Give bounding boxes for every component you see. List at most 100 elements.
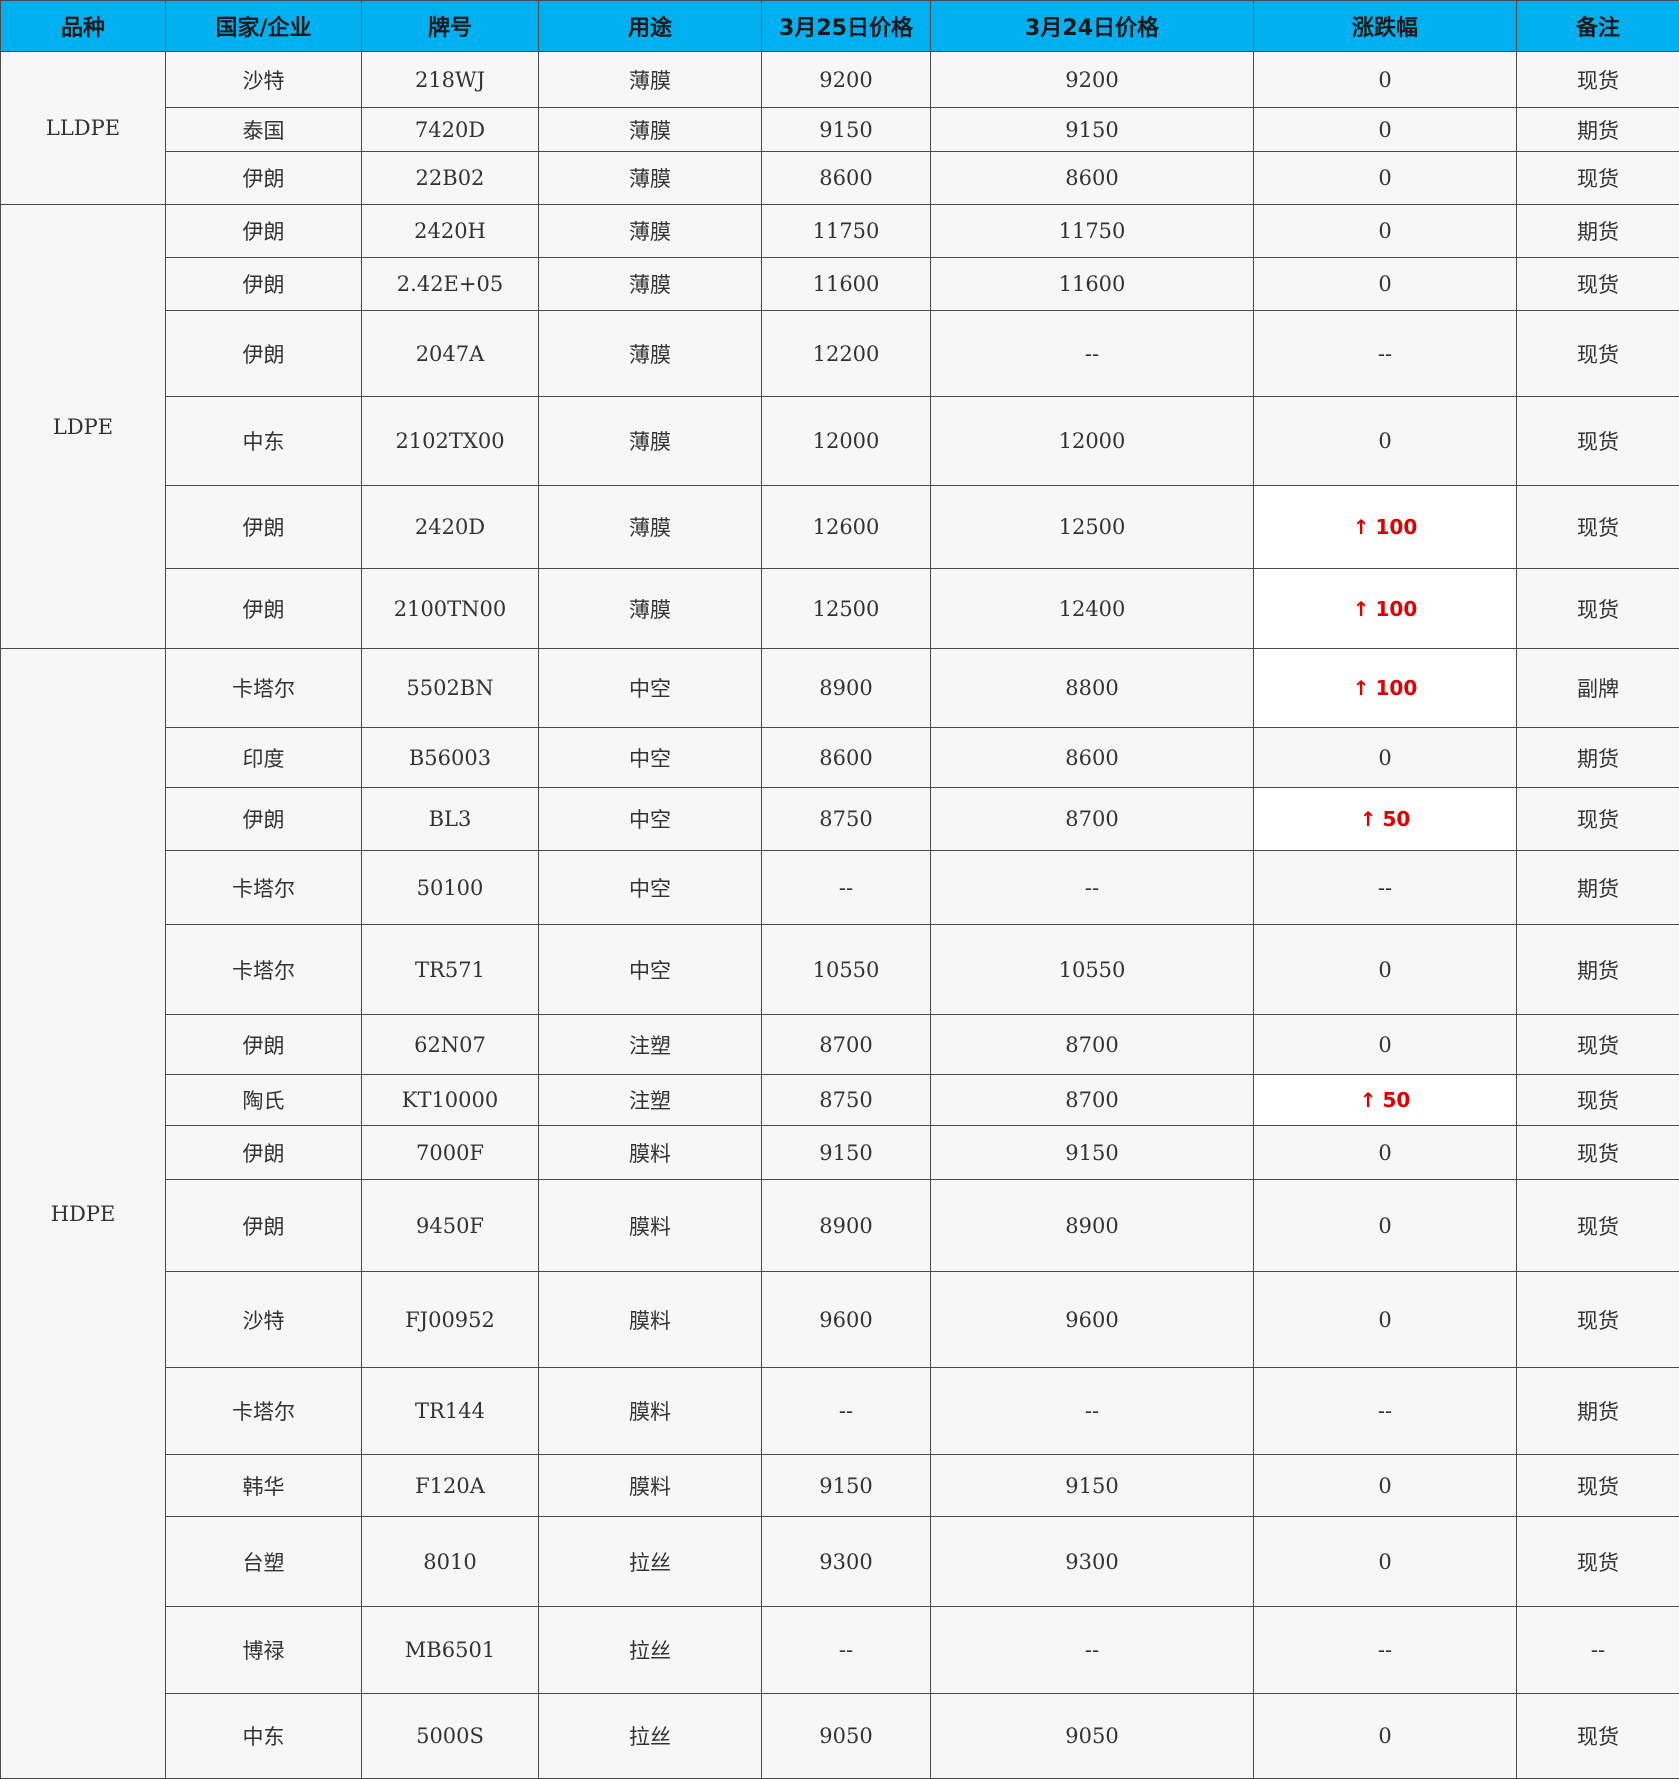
header-price-0324: 3月24日价格 xyxy=(930,0,1254,52)
price-0325-cell: 8600 xyxy=(761,151,931,205)
change-cell: 0 xyxy=(1253,257,1517,311)
note-cell: 期货 xyxy=(1516,727,1679,788)
header-usage: 用途 xyxy=(538,0,762,52)
table-row: 伊朗 2420D 薄膜 12600 12500 ↑ 100 现货 xyxy=(1,485,1679,569)
note-cell: 现货 xyxy=(1516,1014,1679,1075)
table-row: 伊朗 2.42E+05 薄膜 11600 11600 0 现货 xyxy=(1,257,1679,311)
usage-cell: 膜料 xyxy=(538,1454,762,1517)
header-change: 涨跌幅 xyxy=(1253,0,1517,52)
note-cell: 现货 xyxy=(1516,257,1679,311)
note-cell: 现货 xyxy=(1516,1125,1679,1180)
usage-cell: 中空 xyxy=(538,924,762,1015)
change-cell: 0 xyxy=(1253,51,1517,108)
price-0325-cell: 8750 xyxy=(761,1074,931,1126)
change-value: 50 xyxy=(1382,807,1411,831)
company-cell: 印度 xyxy=(165,727,362,788)
price-0324-cell: -- xyxy=(930,1367,1254,1455)
price-0324-cell: 10550 xyxy=(930,924,1254,1015)
price-0325-cell: 8700 xyxy=(761,1014,931,1075)
note-cell: 期货 xyxy=(1516,850,1679,925)
price-0324-cell: 12500 xyxy=(930,485,1254,569)
usage-cell: 薄膜 xyxy=(538,485,762,569)
usage-cell: 薄膜 xyxy=(538,396,762,486)
note-cell: 期货 xyxy=(1516,204,1679,258)
change-cell: -- xyxy=(1253,850,1517,925)
change-cell: 0 xyxy=(1253,727,1517,788)
grade-cell: 218WJ xyxy=(361,51,539,108)
grade-cell: MB6501 xyxy=(361,1606,539,1694)
grade-cell: 5502BN xyxy=(361,648,539,728)
price-table: 品种 国家/企业 牌号 用途 3月25日价格 3月24日价格 涨跌幅 备注 LLDPE 沙特 21… xyxy=(0,0,1679,1779)
price-0324-cell: 9200 xyxy=(930,51,1254,108)
header-note: 备注 xyxy=(1516,0,1679,52)
price-0325-cell: 9150 xyxy=(761,1454,931,1517)
note-cell: 现货 xyxy=(1516,787,1679,851)
arrow-up-icon: ↑ xyxy=(1359,1088,1377,1112)
price-0324-cell: 11600 xyxy=(930,257,1254,311)
usage-cell: 膜料 xyxy=(538,1179,762,1272)
note-cell: 现货 xyxy=(1516,396,1679,486)
table-row: 伊朗 BL3 中空 8750 8700 ↑ 50 现货 xyxy=(1,787,1679,851)
company-cell: 沙特 xyxy=(165,1271,362,1368)
price-0324-cell: 9150 xyxy=(930,1125,1254,1180)
table-row: 伊朗 22B02 薄膜 8600 8600 0 现货 xyxy=(1,151,1679,205)
header-price-0325: 3月25日价格 xyxy=(761,0,931,52)
usage-cell: 薄膜 xyxy=(538,257,762,311)
price-0325-cell: 10550 xyxy=(761,924,931,1015)
grade-cell: 2047A xyxy=(361,310,539,397)
note-cell: 现货 xyxy=(1516,485,1679,569)
price-0324-cell: 8900 xyxy=(930,1179,1254,1272)
arrow-up-icon: ↑ xyxy=(1352,676,1370,700)
price-0325-cell: 8900 xyxy=(761,1179,931,1272)
price-0324-cell: 9300 xyxy=(930,1516,1254,1607)
table-row: 伊朗 2047A 薄膜 12200 -- -- 现货 xyxy=(1,310,1679,397)
note-cell: 现货 xyxy=(1516,1271,1679,1368)
usage-cell: 中空 xyxy=(538,787,762,851)
price-0324-cell: 8700 xyxy=(930,1074,1254,1126)
grade-cell: 22B02 xyxy=(361,151,539,205)
company-cell: 台塑 xyxy=(165,1516,362,1607)
change-cell: 0 xyxy=(1253,1014,1517,1075)
usage-cell: 中空 xyxy=(538,850,762,925)
note-cell: 现货 xyxy=(1516,310,1679,397)
price-0324-cell: -- xyxy=(930,310,1254,397)
company-cell: 泰国 xyxy=(165,107,362,152)
company-cell: 伊朗 xyxy=(165,257,362,311)
table-row: LDPE 伊朗 2420H 薄膜 11750 11750 0 期货 xyxy=(0,204,1679,649)
change-cell: 0 xyxy=(1253,924,1517,1015)
table-row: 泰国 7420D 薄膜 9150 9150 0 期货 xyxy=(1,107,1679,152)
note-cell: -- xyxy=(1516,1606,1679,1694)
usage-cell: 拉丝 xyxy=(538,1693,762,1779)
arrow-up-icon: ↑ xyxy=(1359,807,1377,831)
company-cell: 伊朗 xyxy=(165,310,362,397)
table-row: 卡塔尔 50100 中空 -- -- -- 期货 xyxy=(1,850,1679,925)
usage-cell: 薄膜 xyxy=(538,310,762,397)
price-0324-cell: 8600 xyxy=(930,727,1254,788)
company-cell: 伊朗 xyxy=(165,204,362,258)
change-cell: -- xyxy=(1253,1367,1517,1455)
company-cell: 伊朗 xyxy=(165,1014,362,1075)
table-row: 中东 5000S 拉丝 9050 9050 0 现货 xyxy=(1,1693,1679,1779)
change-cell: 0 xyxy=(1253,204,1517,258)
company-cell: 伊朗 xyxy=(165,151,362,205)
note-cell: 现货 xyxy=(1516,1516,1679,1607)
grade-cell: FJ00952 xyxy=(361,1271,539,1368)
company-cell: 卡塔尔 xyxy=(165,648,362,728)
usage-cell: 注塑 xyxy=(538,1014,762,1075)
grade-cell: 2.42E+05 xyxy=(361,257,539,311)
change-value: 100 xyxy=(1375,676,1418,700)
company-cell: 伊朗 xyxy=(165,485,362,569)
table-row: 陶氏 KT10000 注塑 8750 8700 ↑ 50 现货 xyxy=(1,1074,1679,1126)
note-cell: 期货 xyxy=(1516,924,1679,1015)
price-0324-cell: -- xyxy=(930,850,1254,925)
company-cell: 陶氏 xyxy=(165,1074,362,1126)
price-0325-cell: 9300 xyxy=(761,1516,931,1607)
note-cell: 副牌 xyxy=(1516,648,1679,728)
note-cell: 期货 xyxy=(1516,107,1679,152)
change-cell: 0 xyxy=(1253,1454,1517,1517)
change-cell: -- xyxy=(1253,1606,1517,1694)
usage-cell: 薄膜 xyxy=(538,568,762,649)
price-0325-cell: 8900 xyxy=(761,648,931,728)
table-row: 卡塔尔 TR571 中空 10550 10550 0 期货 xyxy=(1,924,1679,1015)
price-0324-cell: 9600 xyxy=(930,1271,1254,1368)
